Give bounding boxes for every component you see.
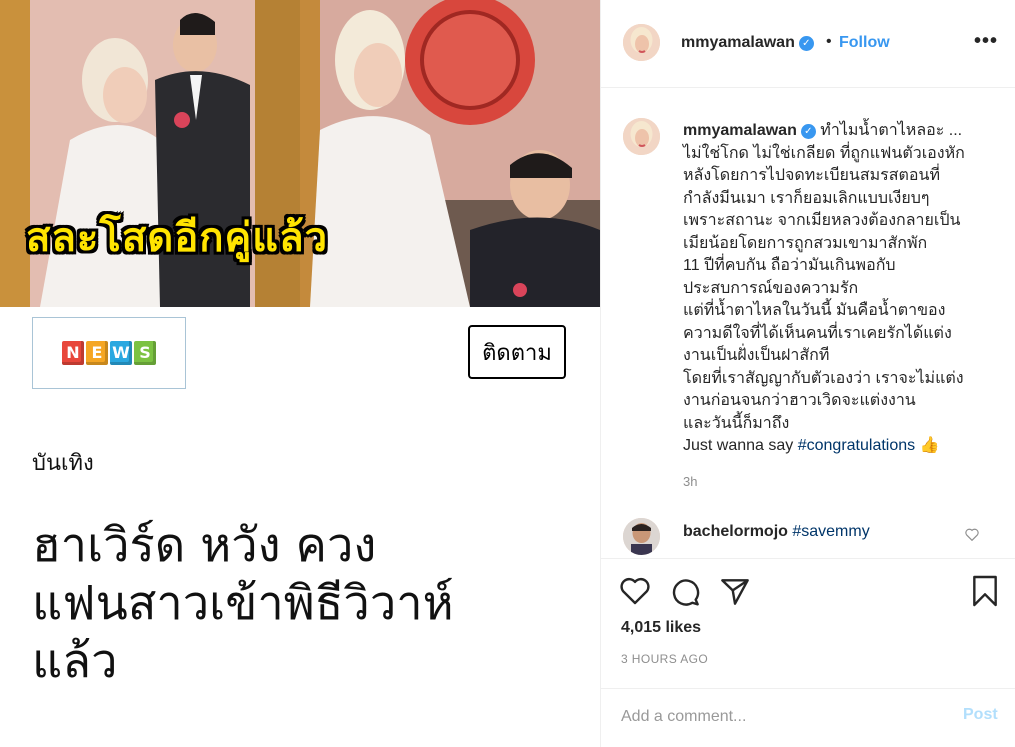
- post-header: mmyamalawan ✓ • Follow •••: [601, 0, 1015, 88]
- post-actions: 4,015 likes 3 HOURS AGO: [601, 558, 1015, 688]
- caption-timestamp[interactable]: 3h: [683, 474, 697, 489]
- like-heart-icon[interactable]: [619, 575, 651, 612]
- article-category: บันเทิง: [32, 451, 94, 476]
- more-options-icon[interactable]: •••: [974, 30, 998, 53]
- wedding-photo: สละโสดอีกคู่แล้ว: [0, 0, 600, 307]
- avatar[interactable]: [623, 518, 660, 555]
- post-username[interactable]: mmyamalawan ✓: [681, 34, 814, 52]
- avatar[interactable]: [623, 118, 660, 155]
- caption-line: และวันนี้ก็มาถึง: [683, 414, 790, 432]
- follow-button[interactable]: Follow: [839, 34, 890, 52]
- likes-count[interactable]: 4,015 likes: [621, 619, 701, 637]
- caption-first-line: mmyamalawan ✓ ทำไมน้ำตาไหลอะ ...: [683, 120, 993, 143]
- post-media: สละโสดอีกคู่แล้ว N E W S ติดตาม บันเทิง …: [0, 0, 600, 747]
- comment-like-heart-icon[interactable]: [965, 528, 979, 546]
- news-letter-s: S: [134, 341, 156, 365]
- news-logo: N E W S: [32, 317, 186, 389]
- caption-line: หลังโดยการไปจดทะเบียนสมรสตอนที่: [683, 167, 940, 184]
- comment-input[interactable]: [621, 703, 941, 731]
- add-comment-bar: Post: [601, 688, 1015, 747]
- news-letter-e: E: [86, 341, 108, 365]
- caption-line: 11 ปีที่คบกัน ถือว่ามันเกินพอกับ: [683, 257, 896, 274]
- hashtag-link[interactable]: #congratulations: [798, 437, 915, 454]
- share-send-icon[interactable]: [719, 575, 751, 612]
- caption: mmyamalawan ✓ ทำไมน้ำตาไหลอะ ... ไม่ใช่โก…: [683, 120, 993, 458]
- headline-line: ฮาเวิร์ด หวัง ควง: [32, 518, 377, 573]
- hashtag-link[interactable]: #savemmy: [792, 523, 869, 540]
- caption-line: กำลังมีนเมา เราก็ยอมเลิกแบบเงียบๆ: [683, 189, 930, 207]
- comment: bachelormojo #savemmy: [683, 523, 870, 541]
- verified-badge-icon: ✓: [800, 124, 816, 139]
- post-comment-button[interactable]: Post: [963, 706, 998, 724]
- thumbs-up-emoji-icon: 👍: [919, 437, 940, 454]
- caption-text: Just wanna say: [683, 437, 798, 454]
- post-sidebar: mmyamalawan ✓ • Follow ••• mmyamalawan ✓ ท…: [600, 0, 1015, 747]
- comment-bubble-icon[interactable]: [669, 575, 701, 612]
- verified-badge-icon: ✓: [798, 36, 814, 51]
- caption-username[interactable]: mmyamalawan: [683, 122, 797, 139]
- caption-line: โดยที่เราสัญญากับตัวเองว่า เราจะไม่แต่ง: [683, 369, 964, 387]
- avatar[interactable]: [623, 24, 660, 61]
- caption-last-line: Just wanna say #congratulations 👍: [683, 435, 993, 458]
- news-article: N E W S ติดตาม บันเทิง ฮาเวิร์ด หวัง ควง…: [0, 307, 600, 747]
- post-timestamp[interactable]: 3 HOURS AGO: [621, 652, 708, 666]
- headline-line: แล้ว: [32, 634, 118, 689]
- headline-line: แฟนสาวเข้าพิธีวิวาห์: [32, 576, 454, 631]
- bookmark-save-icon[interactable]: [971, 575, 999, 612]
- caption-line: งานก่อนจนกว่าฮาวเวิดจะแต่งงาน: [683, 392, 916, 409]
- caption-line: เพราะสถานะ จากเมียหลวงต้องกลายเป็น: [683, 212, 961, 229]
- caption-line: ทำไมน้ำตาไหลอะ ...: [820, 122, 963, 139]
- caption-line: เมียน้อยโดยการถูกสวมเขามาสักพัก: [683, 234, 928, 252]
- article-headline: ฮาเวิร์ด หวัง ควง แฟนสาวเข้าพิธีวิวาห์ แ…: [32, 517, 592, 691]
- caption-line: ไม่ใช่โกด ไม่ใช่เกลียด ที่ถูกแฟนตัวเองหั…: [683, 144, 965, 162]
- news-letter-w: W: [110, 341, 132, 365]
- headline-banner: สละโสดอีกคู่แล้ว: [26, 215, 329, 261]
- comments-section: mmyamalawan ✓ ทำไมน้ำตาไหลอะ ... ไม่ใช่โก…: [601, 88, 1015, 558]
- separator-dot: •: [826, 33, 832, 50]
- article-follow-button[interactable]: ติดตาม: [468, 325, 566, 379]
- comment-username[interactable]: bachelormojo: [683, 523, 788, 540]
- news-letter-n: N: [62, 341, 84, 365]
- caption-line: ประสบการณ์ของความรัก: [683, 279, 859, 297]
- caption-line: งานเป็นฝั่งเป็นฝาสักที: [683, 347, 830, 364]
- caption-line: แต่ที่น้ำตาไหลในวันนี้ มันคือน้ำตาของ: [683, 302, 946, 319]
- username-text[interactable]: mmyamalawan: [681, 34, 795, 51]
- caption-line: ความดีใจที่ได้เห็นคนที่เราเคยรักได้แต่ง: [683, 324, 952, 342]
